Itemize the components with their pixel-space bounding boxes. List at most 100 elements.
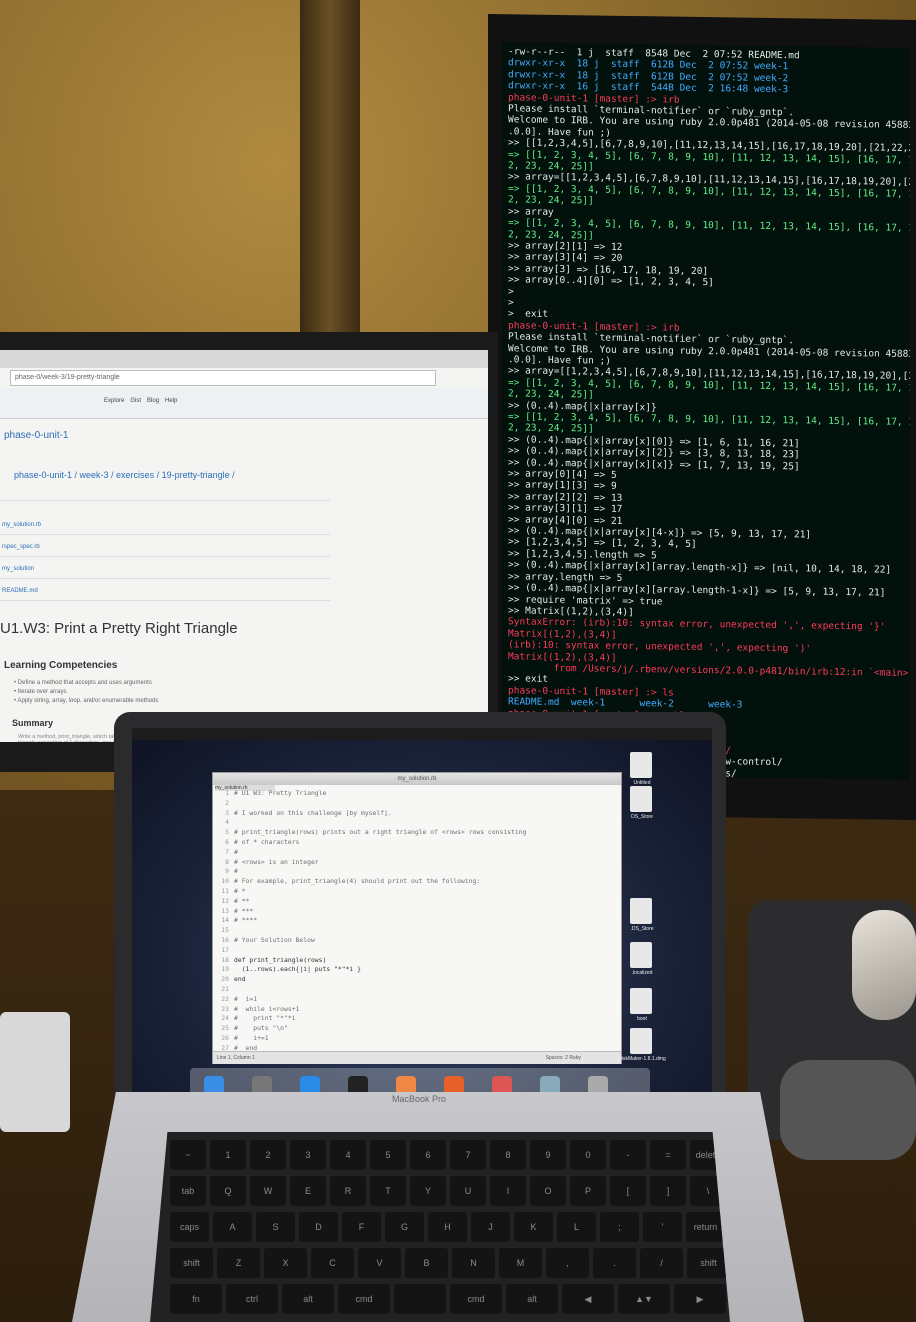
desktop-file-label: .DS_Store xyxy=(630,926,654,932)
keyboard-key[interactable]: Y xyxy=(410,1176,446,1206)
mac-menubar[interactable] xyxy=(132,728,712,740)
keyboard-key[interactable]: ' xyxy=(643,1212,682,1242)
keyboard-key[interactable]: 1 xyxy=(210,1140,246,1170)
desktop-file-icon[interactable] xyxy=(630,988,652,1014)
keyboard-key[interactable]: F xyxy=(342,1212,381,1242)
keyboard-key[interactable]: ; xyxy=(600,1212,639,1242)
desktop-file-icon[interactable] xyxy=(630,1028,652,1054)
editor-titlebar[interactable]: my_solution.rb xyxy=(213,773,621,785)
keyboard-key[interactable]: - xyxy=(610,1140,646,1170)
keyboard-key[interactable]: G xyxy=(385,1212,424,1242)
code-text: def print_triangle(rows) xyxy=(234,955,327,964)
keyboard-key[interactable]: = xyxy=(650,1140,686,1170)
keyboard-key[interactable]: [ xyxy=(610,1176,646,1206)
keyboard-key[interactable]: L xyxy=(557,1212,596,1242)
sublime-editor-window[interactable]: my_solution.rb my_solution.rb 1 # U1 W3: … xyxy=(212,772,622,1064)
keyboard-key[interactable]: 6 xyxy=(410,1140,446,1170)
address-bar[interactable]: phase-0/week-3/19-pretty-triangle xyxy=(10,370,436,386)
keyboard-key[interactable]: 3 xyxy=(290,1140,326,1170)
breadcrumb[interactable]: phase-0-unit-1 / week-3 / exercises / 19… xyxy=(14,470,235,480)
keyboard-key[interactable]: , xyxy=(546,1248,589,1278)
keyboard-key[interactable]: A xyxy=(213,1212,252,1242)
keyboard-key[interactable]: O xyxy=(530,1176,566,1206)
keyboard-key[interactable] xyxy=(394,1284,446,1314)
code-line: 18 def print_triangle(rows) xyxy=(217,956,526,966)
code-text: # ** xyxy=(234,896,250,905)
desktop-file-icon[interactable] xyxy=(630,752,652,778)
keyboard-key[interactable]: shift xyxy=(687,1248,730,1278)
file-item[interactable]: my_solution xyxy=(2,566,34,572)
keyboard-key[interactable]: E xyxy=(290,1176,326,1206)
keyboard-key[interactable]: V xyxy=(358,1248,401,1278)
keyboard-key[interactable]: M xyxy=(499,1248,542,1278)
keyboard-key[interactable]: shift xyxy=(170,1248,213,1278)
keyboard-key[interactable]: T xyxy=(370,1176,406,1206)
keyboard-key[interactable]: ▲▼ xyxy=(618,1284,670,1314)
keyboard-key[interactable]: K xyxy=(514,1212,553,1242)
keyboard-key[interactable]: Q xyxy=(210,1176,246,1206)
file-item[interactable]: README.md xyxy=(2,588,38,594)
file-item[interactable]: rspec_spec.rb xyxy=(2,544,40,550)
keyboard-key[interactable]: caps xyxy=(170,1212,209,1242)
keyboard-key[interactable]: ctrl xyxy=(226,1284,278,1314)
keyboard-key[interactable]: / xyxy=(640,1248,683,1278)
keyboard-key[interactable]: P xyxy=(570,1176,606,1206)
code-area[interactable]: 1 # U1 W3: Pretty Triangle 2 3 # I worked on… xyxy=(217,789,526,1054)
desktop-file-icon[interactable] xyxy=(630,786,652,812)
keyboard-key[interactable]: ▶ xyxy=(674,1284,726,1314)
keyboard-key[interactable]: I xyxy=(490,1176,526,1206)
nav-link-blog[interactable]: Blog xyxy=(147,398,159,404)
repo-title[interactable]: phase-0-unit-1 xyxy=(4,430,68,441)
keyboard-key[interactable]: S xyxy=(256,1212,295,1242)
divider xyxy=(0,600,330,601)
line-number: 19 xyxy=(221,965,229,974)
keyboard-key[interactable]: ~ xyxy=(170,1140,206,1170)
divider xyxy=(0,578,330,579)
keyboard-key[interactable]: 5 xyxy=(370,1140,406,1170)
nav-link-explore[interactable]: Explore xyxy=(104,398,124,404)
keyboard-key[interactable]: 7 xyxy=(450,1140,486,1170)
code-text: # *** xyxy=(234,906,254,915)
keyboard-key[interactable]: B xyxy=(405,1248,448,1278)
line-number: 16 xyxy=(221,935,229,944)
line-number: 18 xyxy=(221,955,229,964)
keyboard-key[interactable]: Z xyxy=(217,1248,260,1278)
keyboard-key[interactable]: N xyxy=(452,1248,495,1278)
keyboard-key[interactable]: 8 xyxy=(490,1140,526,1170)
browser-tab-bar[interactable] xyxy=(0,350,488,368)
keyboard-key[interactable]: . xyxy=(593,1248,636,1278)
status-right: Spaces: 2 Ruby xyxy=(545,1055,581,1061)
keyboard-key[interactable]: tab xyxy=(170,1176,206,1206)
keyboard-key[interactable]: 0 xyxy=(570,1140,606,1170)
keyboard-key[interactable]: H xyxy=(428,1212,467,1242)
line-number: 14 xyxy=(221,916,229,925)
keyboard-key[interactable]: fn xyxy=(170,1284,222,1314)
keyboard-key[interactable]: 2 xyxy=(250,1140,286,1170)
keyboard-key[interactable]: 9 xyxy=(530,1140,566,1170)
desktop-file-icon[interactable] xyxy=(630,898,652,924)
keyboard-key[interactable]: X xyxy=(264,1248,307,1278)
code-text: # while i<rows+1 xyxy=(234,1004,300,1013)
keyboard-key[interactable]: J xyxy=(471,1212,510,1242)
keyboard-key[interactable]: cmd xyxy=(450,1284,502,1314)
keyboard-key[interactable]: alt xyxy=(282,1284,334,1314)
keyboard-key[interactable]: cmd xyxy=(338,1284,390,1314)
code-line: 12 # ** xyxy=(217,897,526,907)
keyboard-key[interactable]: ◀ xyxy=(562,1284,614,1314)
keyboard-key[interactable]: alt xyxy=(506,1284,558,1314)
terminal-screen[interactable]: -rw-r--r-- 1 j staff 8548 Dec 2 07:52 RE… xyxy=(502,42,910,780)
code-text: # <rows> is an integer xyxy=(234,857,319,866)
file-item[interactable]: my_solution.rb xyxy=(2,522,41,528)
nav-link-gist[interactable]: Gist xyxy=(130,398,141,404)
keyboard-key[interactable]: 4 xyxy=(330,1140,366,1170)
keyboard-key[interactable]: return xyxy=(686,1212,725,1242)
keyboard-key[interactable]: D xyxy=(299,1212,338,1242)
desktop-file-icon[interactable] xyxy=(630,942,652,968)
keyboard-key[interactable]: ] xyxy=(650,1176,686,1206)
keyboard-key[interactable]: U xyxy=(450,1176,486,1206)
keyboard-key[interactable]: R xyxy=(330,1176,366,1206)
line-number: 23 xyxy=(221,1004,229,1013)
keyboard-key[interactable]: W xyxy=(250,1176,286,1206)
keyboard-key[interactable]: C xyxy=(311,1248,354,1278)
nav-link-help[interactable]: Help xyxy=(165,398,177,404)
